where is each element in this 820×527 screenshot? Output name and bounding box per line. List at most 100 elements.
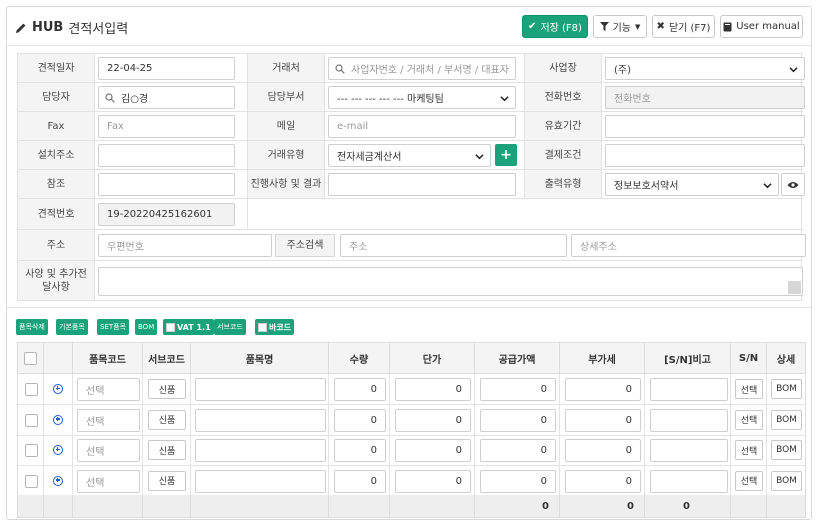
footer-cell: [73, 495, 143, 517]
sn-select-button[interactable]: 선택: [735, 379, 763, 399]
reference-cell: [95, 170, 248, 199]
notes-textarea[interactable]: [98, 267, 803, 296]
fax-field[interactable]: Fax: [98, 115, 235, 138]
print-type-label: 출력유형: [525, 170, 602, 199]
new-item-button[interactable]: 신품: [148, 440, 186, 460]
preview-button[interactable]: [781, 173, 805, 196]
barcode-toggle[interactable]: 바코드: [255, 319, 295, 335]
item-name-field[interactable]: [195, 469, 326, 493]
bom-detail-button[interactable]: BOM: [771, 379, 802, 399]
vat-field[interactable]: 0: [565, 408, 641, 432]
sn-select-button[interactable]: 선택: [735, 470, 763, 491]
bom-button[interactable]: BOM: [135, 319, 158, 335]
user-manual-button[interactable]: User manual: [720, 15, 803, 38]
email-field[interactable]: e-mail: [328, 115, 516, 138]
valid-period-label: 유효기간: [525, 112, 602, 141]
unit-price-field[interactable]: 0: [395, 439, 471, 462]
add-trade-type-button[interactable]: +: [495, 144, 517, 166]
subcode-button[interactable]: 서브코드: [214, 319, 246, 335]
expand-row-icon[interactable]: [53, 445, 63, 455]
unit-price-field[interactable]: 0: [395, 378, 471, 401]
vat-checkbox[interactable]: [166, 322, 175, 332]
quote-number-field[interactable]: 19-20220425162601: [98, 203, 235, 226]
supply-amount-field[interactable]: 0: [480, 378, 556, 401]
function-menu-button[interactable]: 기능 ▼: [593, 15, 647, 38]
print-type-select[interactable]: 정보보호서약서: [605, 173, 779, 196]
row-checkbox[interactable]: [25, 444, 38, 457]
form-row-1: 견적일자 22-04-25 거래처 사업자번호 / 거래처 / 부서명 / 대표…: [17, 53, 805, 83]
row-checkbox[interactable]: [25, 413, 38, 427]
vat-field[interactable]: 0: [565, 439, 641, 462]
row-checkbox[interactable]: [25, 474, 38, 488]
barcode-checkbox[interactable]: [258, 322, 267, 332]
vat-toggle[interactable]: VAT 1.1: [163, 319, 214, 335]
business-select[interactable]: (주): [605, 57, 805, 80]
quote-date-cell: 22-04-25: [95, 54, 248, 83]
sn-note-field[interactable]: [650, 439, 728, 462]
quantity-field[interactable]: 0: [334, 439, 386, 462]
reference-field[interactable]: [98, 173, 235, 196]
close-button[interactable]: ✖ 닫기 (F7): [652, 15, 715, 38]
sn-select-button[interactable]: 선택: [735, 440, 763, 460]
unit-price-field[interactable]: 0: [395, 408, 471, 432]
valid-period-cell: [602, 112, 805, 141]
basic-item-button[interactable]: 기본품목: [56, 319, 88, 335]
item-code-field[interactable]: 선택: [77, 408, 140, 432]
bom-detail-button[interactable]: BOM: [771, 470, 802, 491]
unit-price-field[interactable]: 0: [395, 469, 471, 493]
header-supply-amount: 공급가액: [475, 343, 560, 374]
supply-amount-field[interactable]: 0: [480, 439, 556, 462]
vat-field[interactable]: 0: [565, 378, 641, 401]
business-cell: (주): [602, 54, 805, 83]
pencil-icon: [16, 23, 26, 33]
item-name-field[interactable]: [195, 408, 326, 432]
sn-note-field[interactable]: [650, 469, 728, 493]
payment-terms-field[interactable]: [605, 144, 805, 167]
quantity-field[interactable]: 0: [334, 469, 386, 493]
item-code-field[interactable]: 선택: [77, 469, 140, 493]
supply-amount-field[interactable]: 0: [480, 469, 556, 493]
save-button[interactable]: ✔ 저장 (F8): [522, 15, 588, 38]
quantity-field[interactable]: 0: [334, 408, 386, 432]
quote-date-field[interactable]: 22-04-25: [98, 57, 235, 80]
quantity-field[interactable]: 0: [334, 378, 386, 401]
item-code-field[interactable]: 선택: [77, 439, 140, 462]
item-name-field[interactable]: [195, 439, 326, 462]
trade-type-select[interactable]: 전자세금계산서: [328, 144, 491, 167]
new-item-button[interactable]: 신품: [148, 379, 186, 399]
valid-period-field[interactable]: [605, 115, 805, 138]
phone-field[interactable]: 전화번호: [605, 86, 805, 109]
sn-note-field[interactable]: [650, 408, 728, 432]
expand-row-icon[interactable]: [53, 414, 63, 425]
progress-field[interactable]: [328, 173, 516, 196]
caret-down-icon: ▼: [635, 22, 641, 31]
delete-item-button[interactable]: 품목삭제: [16, 319, 48, 335]
vat-field[interactable]: 0: [565, 469, 641, 493]
address-detail-field[interactable]: 상세주소: [571, 234, 806, 257]
select-all-checkbox[interactable]: [24, 351, 37, 365]
search-icon: [105, 93, 115, 103]
item-code-field[interactable]: 선택: [77, 378, 140, 401]
expand-row-icon[interactable]: [53, 475, 63, 486]
install-address-field[interactable]: [98, 144, 235, 167]
resize-handle[interactable]: [788, 281, 801, 294]
dept-select[interactable]: --- --- --- --- --- 마케팅팀: [328, 86, 516, 109]
row-checkbox[interactable]: [25, 383, 38, 396]
client-search-field[interactable]: 사업자번호 / 거래처 / 부서명 / 대표자: [328, 57, 516, 80]
address-field[interactable]: 주소: [340, 234, 567, 257]
bom-detail-button[interactable]: BOM: [771, 440, 802, 460]
expand-row-icon[interactable]: [53, 384, 63, 394]
table-row: 선택 신품 0 0 0 0 선택 BOM: [18, 465, 805, 497]
new-item-button[interactable]: 신품: [148, 470, 186, 491]
zip-code-field[interactable]: 우편번호: [98, 234, 272, 257]
set-item-button[interactable]: SET품목: [97, 319, 130, 335]
sn-note-field[interactable]: [650, 378, 728, 401]
bom-detail-button[interactable]: BOM: [771, 409, 802, 430]
sn-select-button[interactable]: 선택: [735, 409, 763, 430]
supply-amount-field[interactable]: 0: [480, 408, 556, 432]
new-item-button[interactable]: 신품: [148, 409, 186, 430]
manager-field[interactable]: 김○경: [98, 86, 235, 109]
total-vat: 0: [560, 495, 645, 517]
address-search-button[interactable]: 주소검색: [275, 234, 335, 257]
item-name-field[interactable]: [195, 378, 326, 401]
